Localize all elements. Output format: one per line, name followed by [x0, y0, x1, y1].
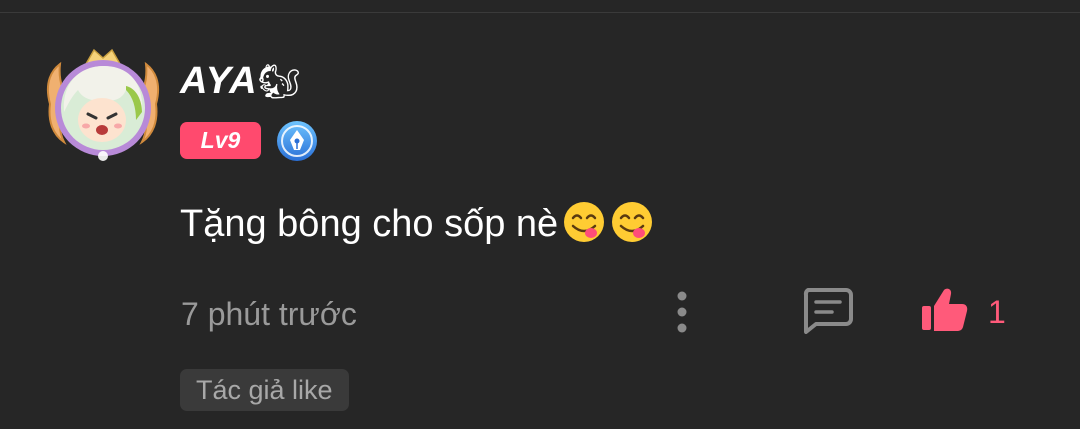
user-avatar[interactable]	[42, 42, 164, 164]
like-button[interactable]: 1	[918, 284, 1018, 336]
username[interactable]: AYA🐿	[180, 58, 302, 105]
username-text: AYA	[180, 60, 258, 102]
reply-button[interactable]	[800, 286, 854, 334]
vertical-dots-icon	[677, 291, 687, 333]
comment-body: Tặng bông cho sốp nè	[180, 203, 559, 245]
author-like-tag: Tác giả like	[180, 369, 349, 411]
comment-text: Tặng bông cho sốp nè	[180, 200, 654, 247]
thumbs-up-icon	[922, 288, 968, 331]
comment-timestamp: 7 phút trước	[181, 296, 357, 332]
squirrel-emoji: 🐿	[257, 62, 302, 102]
more-options-button[interactable]	[664, 288, 700, 336]
face-savoring-food-emoji	[564, 202, 605, 242]
top-divider	[0, 12, 1080, 13]
pen-nib-icon	[276, 120, 318, 162]
face-savoring-food-emoji	[612, 202, 653, 242]
level-badge: Lv9	[180, 122, 261, 159]
like-count: 1	[988, 294, 1006, 330]
comment-bubble-icon	[803, 288, 853, 334]
